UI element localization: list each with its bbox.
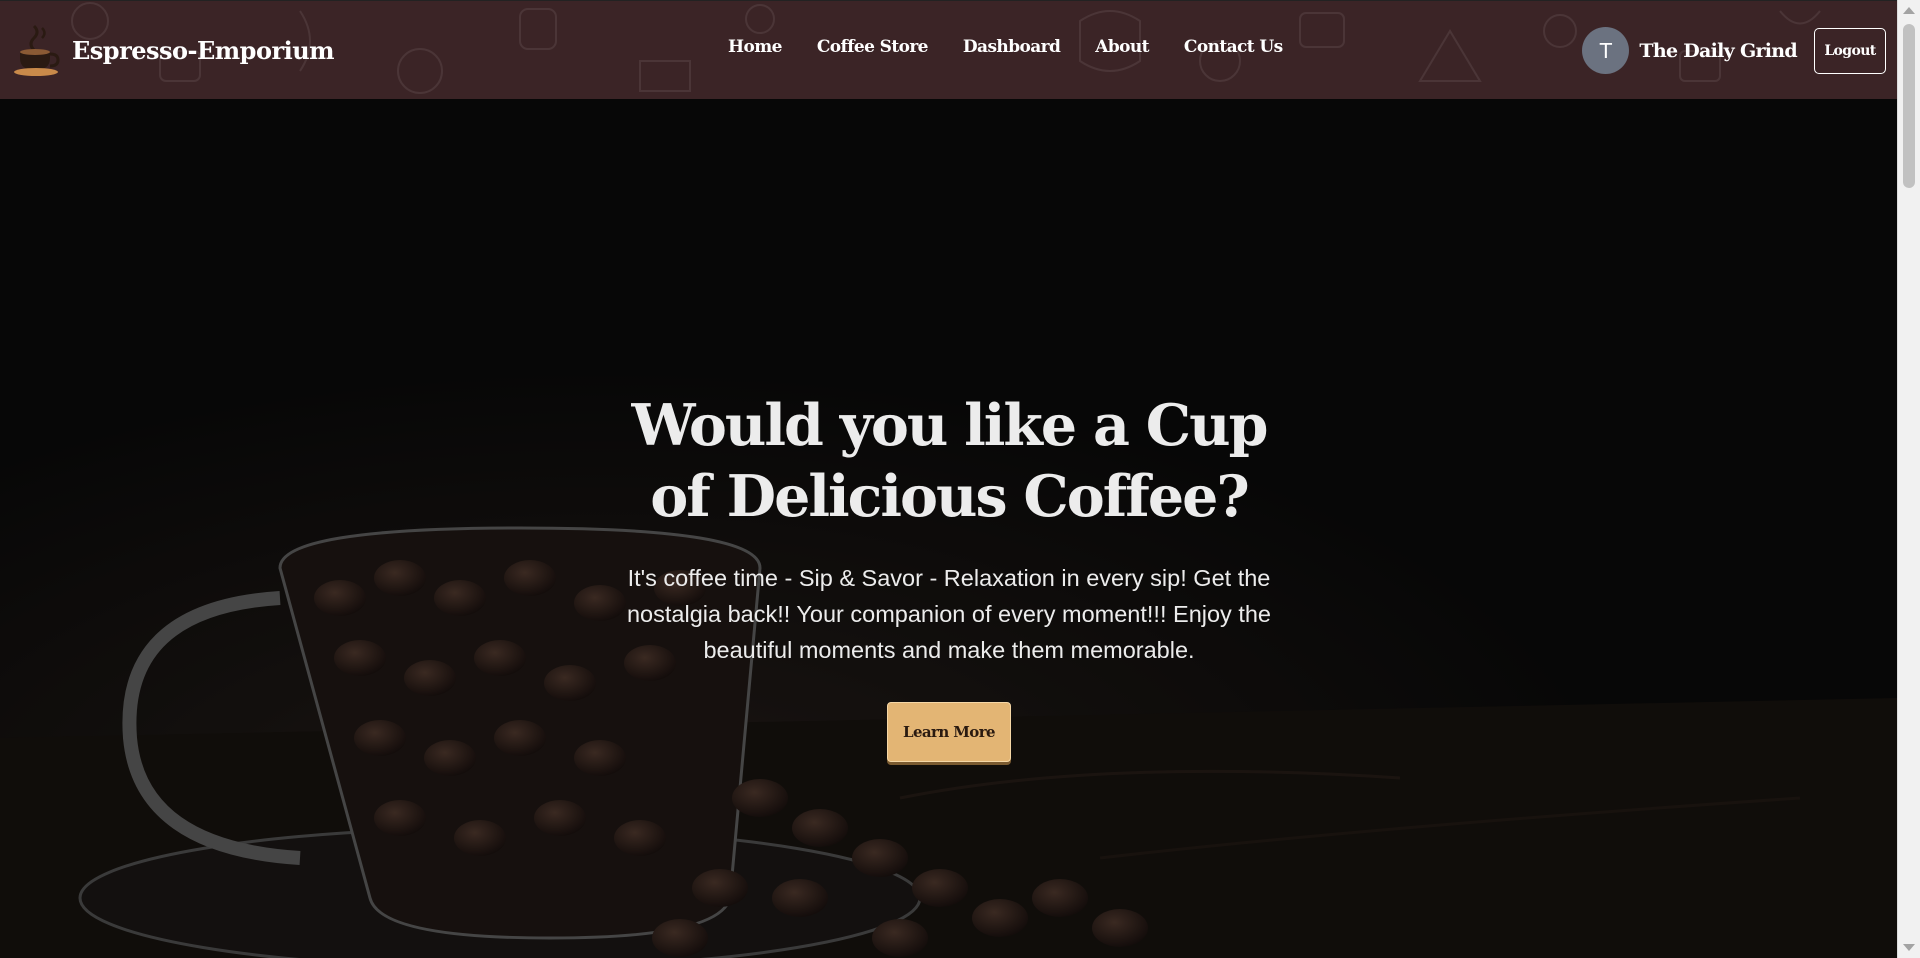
navbar: Espresso-Emporium Home Coffee Store Dash…: [0, 0, 1898, 99]
learn-more-button[interactable]: Learn More: [887, 702, 1011, 762]
scroll-down-arrow-icon[interactable]: [1903, 944, 1915, 951]
nav-link-contact-us[interactable]: Contact Us: [1184, 37, 1283, 57]
hero-content: Would you like a Cup of Delicious Coffee…: [0, 98, 1898, 762]
nav-link-home[interactable]: Home: [728, 37, 782, 57]
nav-link-dashboard[interactable]: Dashboard: [963, 37, 1061, 57]
scroll-up-arrow-icon[interactable]: [1903, 7, 1915, 14]
page: Espresso-Emporium Home Coffee Store Dash…: [0, 0, 1920, 958]
user-area: T The Daily Grind Logout: [1582, 27, 1886, 74]
scroll-thumb[interactable]: [1903, 24, 1915, 188]
hero-description: It's coffee time - Sip & Savor - Relaxat…: [626, 565, 1271, 663]
nav-link-coffee-store[interactable]: Coffee Store: [817, 37, 929, 57]
nav-link-about[interactable]: About: [1095, 37, 1149, 57]
hero-section: Would you like a Cup of Delicious Coffee…: [0, 98, 1898, 958]
brand[interactable]: Espresso-Emporium: [12, 20, 335, 80]
logout-button[interactable]: Logout: [1814, 27, 1886, 74]
avatar[interactable]: T: [1582, 27, 1630, 74]
main-nav: Home Coffee Store Dashboard About Contac…: [728, 37, 1318, 57]
hero-title: Would you like a Cup of Delicious Coffee…: [631, 392, 1269, 530]
user-name: The Daily Grind: [1639, 39, 1797, 62]
scrollbar[interactable]: [1897, 0, 1920, 958]
coffee-cup-logo-icon: [14, 24, 60, 76]
brand-name: Espresso-Emporium: [72, 35, 335, 65]
